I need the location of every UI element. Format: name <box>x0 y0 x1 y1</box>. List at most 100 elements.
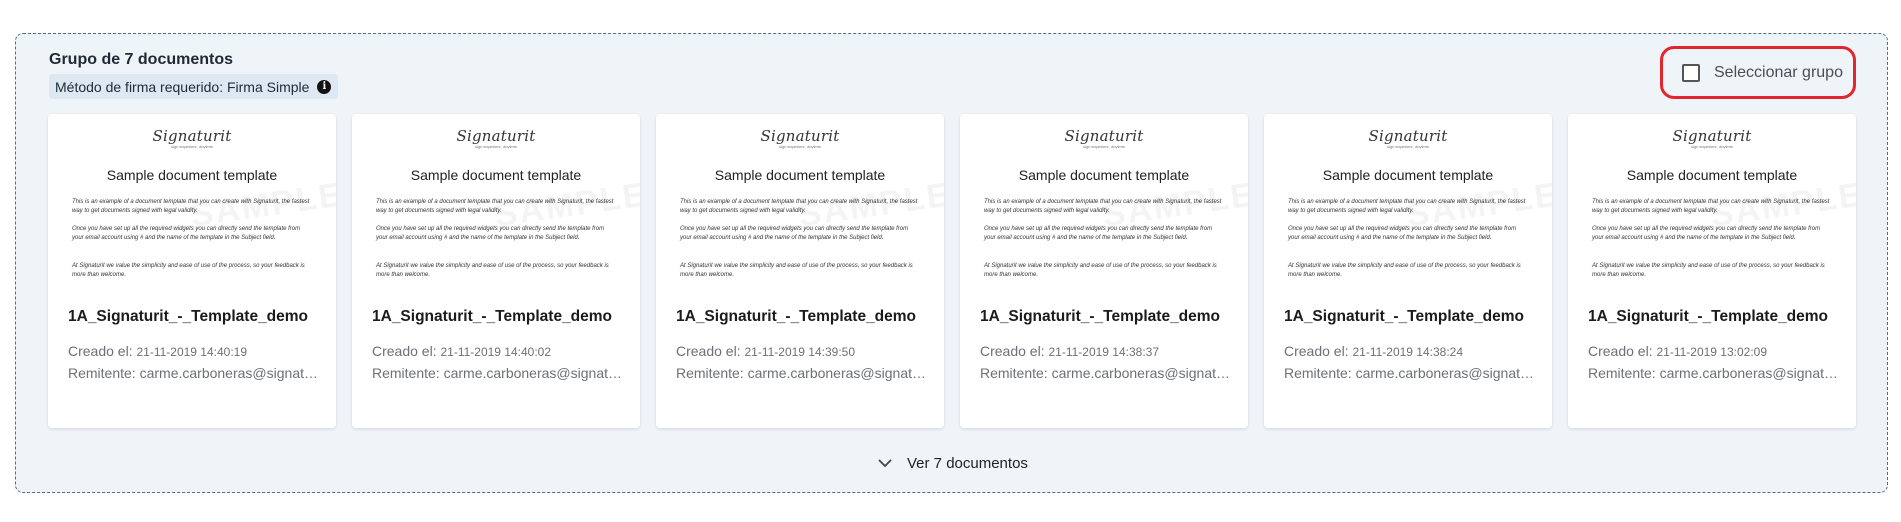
preview-paragraph: At Signaturit we value the simplicity an… <box>680 263 913 278</box>
signaturit-logo: Signaturit <box>1064 127 1144 145</box>
preview-paragraph: At Signaturit we value the simplicity an… <box>72 263 305 278</box>
preview-paragraph: Once you have set up all the required wi… <box>72 226 301 241</box>
document-card[interactable]: Signaturit sign anywhere, anytime SAMPLE… <box>1264 114 1552 428</box>
created-date: Creado el: 21-11-2019 14:40:19 <box>68 343 318 359</box>
document-name: 1A_Signaturit_-_Template_demo <box>1284 308 1525 325</box>
signaturit-logo: Signaturit <box>456 127 536 145</box>
document-group: Grupo de 7 documentos Método de firma re… <box>15 33 1888 493</box>
document-preview: Signaturit sign anywhere, anytime SAMPLE… <box>1264 114 1552 280</box>
created-value: 21-11-2019 14:39:50 <box>744 345 856 359</box>
sender: Remitente: carme.carboneras@signaturit.c… <box>980 365 1230 381</box>
preview-title: Sample document template <box>714 167 886 183</box>
preview-paragraph: Once you have set up all the required wi… <box>1592 226 1821 241</box>
preview-paragraph: This is an example of a document templat… <box>72 199 310 214</box>
preview-title: Sample document template <box>106 167 278 183</box>
sender: Remitente: carme.carboneras@signaturit.c… <box>1588 365 1838 381</box>
sender: Remitente: carme.carboneras@signaturit.c… <box>372 365 622 381</box>
sender-label: Remitente: <box>68 365 136 381</box>
document-card[interactable]: Signaturit sign anywhere, anytime SAMPLE… <box>48 114 336 428</box>
document-card[interactable]: Signaturit sign anywhere, anytime SAMPLE… <box>656 114 944 428</box>
created-label: Creado el: <box>1284 343 1349 359</box>
preview-paragraph: At Signaturit we value the simplicity an… <box>1592 263 1825 278</box>
logo-tagline: sign anywhere, anytime <box>1690 144 1734 149</box>
signature-method-label: Método de firma requerido: Firma Simple <box>55 78 310 95</box>
sender-value: carme.carboneras@signaturit.com <box>1355 365 1534 381</box>
sender-value: carme.carboneras@signaturit.com <box>1051 365 1230 381</box>
document-preview: Signaturit sign anywhere, anytime SAMPLE… <box>656 114 944 280</box>
preview-title: Sample document template <box>1018 167 1190 183</box>
preview-title: Sample document template <box>410 167 582 183</box>
document-card[interactable]: Signaturit sign anywhere, anytime SAMPLE… <box>960 114 1248 428</box>
created-label: Creado el: <box>68 343 133 359</box>
document-preview: Signaturit sign anywhere, anytime SAMPLE… <box>1568 114 1856 280</box>
preview-paragraph: This is an example of a document templat… <box>1288 199 1526 214</box>
preview-paragraph: Once you have set up all the required wi… <box>1288 226 1517 241</box>
created-date: Creado el: 21-11-2019 14:40:02 <box>372 343 622 359</box>
info-icon[interactable]: i <box>317 79 332 94</box>
preview-paragraph: This is an example of a document templat… <box>376 199 614 214</box>
sender: Remitente: carme.carboneras@signaturit.c… <box>1284 365 1534 381</box>
logo-tagline: sign anywhere, anytime <box>474 144 518 149</box>
sender-label: Remitente: <box>1284 365 1352 381</box>
chevron-down-icon[interactable] <box>878 459 892 468</box>
preview-paragraph: This is an example of a document templat… <box>1592 199 1830 214</box>
document-name: 1A_Signaturit_-_Template_demo <box>676 308 917 325</box>
created-label: Creado el: <box>676 343 741 359</box>
preview-paragraph: This is an example of a document templat… <box>680 199 918 214</box>
sender-value: carme.carboneras@signaturit.com <box>139 365 318 381</box>
created-value: 21-11-2019 13:02:09 <box>1656 345 1768 359</box>
created-date: Creado el: 21-11-2019 14:39:50 <box>676 343 926 359</box>
logo-tagline: sign anywhere, anytime <box>170 144 214 149</box>
created-value: 21-11-2019 14:38:24 <box>1352 345 1464 359</box>
document-name: 1A_Signaturit_-_Template_demo <box>68 308 309 325</box>
see-all-documents-label[interactable]: Ver 7 documentos <box>907 455 1028 472</box>
created-label: Creado el: <box>980 343 1045 359</box>
preview-title: Sample document template <box>1626 167 1798 183</box>
created-label: Creado el: <box>372 343 437 359</box>
group-title: Grupo de 7 documentos <box>49 51 234 68</box>
sender-label: Remitente: <box>676 365 744 381</box>
document-preview: Signaturit sign anywhere, anytime SAMPLE… <box>352 114 640 280</box>
created-label: Creado el: <box>1588 343 1653 359</box>
document-card[interactable]: Signaturit sign anywhere, anytime SAMPLE… <box>352 114 640 428</box>
document-preview: Signaturit sign anywhere, anytime SAMPLE… <box>960 114 1248 280</box>
created-date: Creado el: 21-11-2019 13:02:09 <box>1588 343 1838 359</box>
sender-value: carme.carboneras@signaturit.com <box>747 365 926 381</box>
signaturit-logo: Signaturit <box>1368 127 1448 145</box>
preview-paragraph: At Signaturit we value the simplicity an… <box>1288 263 1521 278</box>
preview-title: Sample document template <box>1322 167 1494 183</box>
created-date: Creado el: 21-11-2019 14:38:37 <box>980 343 1230 359</box>
checkbox-unchecked-icon[interactable] <box>1682 63 1700 82</box>
document-card-list: Signaturit sign anywhere, anytime SAMPLE… <box>48 114 1856 428</box>
select-group-label[interactable]: Seleccionar grupo <box>1714 64 1843 82</box>
logo-tagline: sign anywhere, anytime <box>778 144 822 149</box>
preview-paragraph: At Signaturit we value the simplicity an… <box>376 263 609 278</box>
preview-paragraph: This is an example of a document templat… <box>984 199 1222 214</box>
preview-paragraph: At Signaturit we value the simplicity an… <box>984 263 1217 278</box>
document-name: 1A_Signaturit_-_Template_demo <box>1588 308 1829 325</box>
preview-paragraph: Once you have set up all the required wi… <box>376 226 605 241</box>
sender-value: carme.carboneras@signaturit.com <box>443 365 622 381</box>
document-card[interactable]: Signaturit sign anywhere, anytime SAMPLE… <box>1568 114 1856 428</box>
preview-paragraph: Once you have set up all the required wi… <box>680 226 909 241</box>
document-name: 1A_Signaturit_-_Template_demo <box>980 308 1221 325</box>
created-value: 21-11-2019 14:40:19 <box>136 345 248 359</box>
sender-label: Remitente: <box>1588 365 1656 381</box>
signaturit-logo: Signaturit <box>760 127 840 145</box>
sender: Remitente: carme.carboneras@signaturit.c… <box>676 365 926 381</box>
document-name: 1A_Signaturit_-_Template_demo <box>372 308 613 325</box>
sender: Remitente: carme.carboneras@signaturit.c… <box>68 365 318 381</box>
sender-label: Remitente: <box>980 365 1048 381</box>
signature-method-badge: Método de firma requerido: Firma Simple … <box>49 74 339 99</box>
document-preview: Signaturit sign anywhere, anytime SAMPLE… <box>48 114 336 280</box>
created-value: 21-11-2019 14:38:37 <box>1048 345 1160 359</box>
signaturit-logo: Signaturit <box>1672 127 1752 145</box>
created-date: Creado el: 21-11-2019 14:38:24 <box>1284 343 1534 359</box>
logo-tagline: sign anywhere, anytime <box>1386 144 1430 149</box>
signaturit-logo: Signaturit <box>152 127 232 145</box>
created-value: 21-11-2019 14:40:02 <box>440 345 552 359</box>
sender-value: carme.carboneras@signaturit.com <box>1659 365 1838 381</box>
preview-paragraph: Once you have set up all the required wi… <box>984 226 1213 241</box>
select-group-checkbox[interactable]: Seleccionar grupo <box>1660 46 1856 99</box>
see-all-documents-button[interactable]: Ver 7 documentos <box>878 455 1028 472</box>
